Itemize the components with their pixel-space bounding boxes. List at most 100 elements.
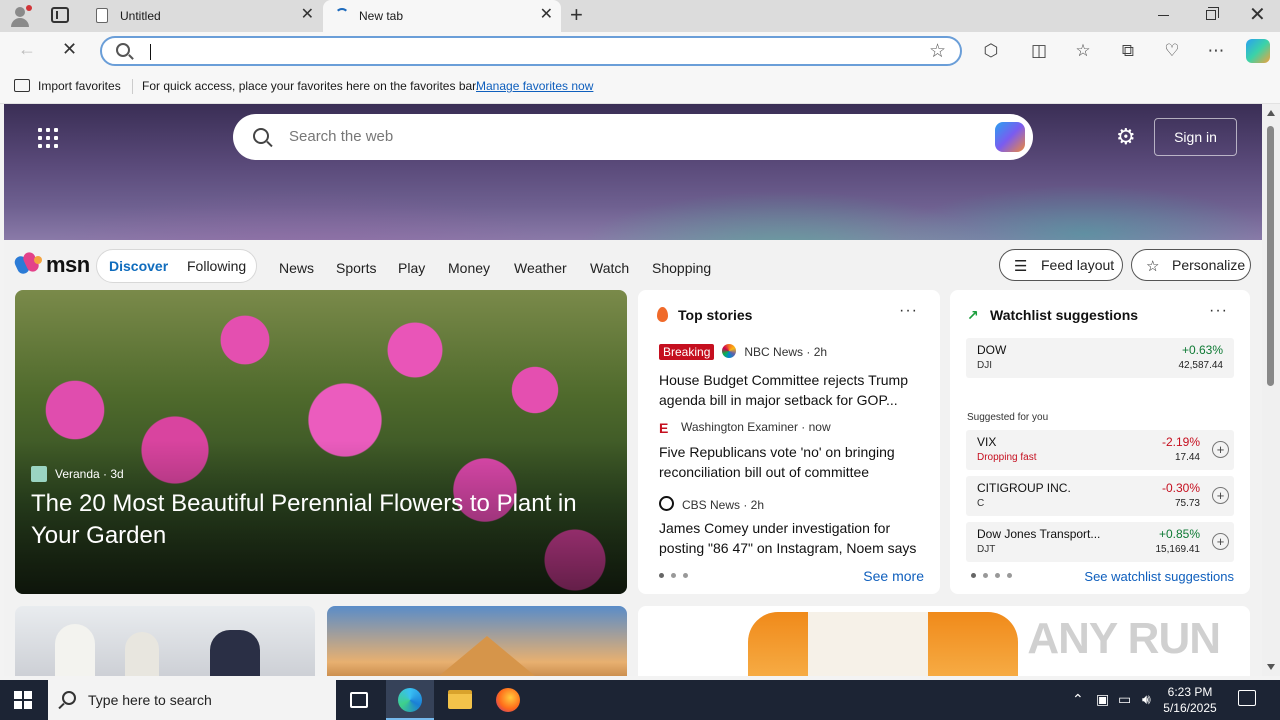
file-explorer-icon[interactable] xyxy=(448,690,472,709)
taskbar-edge[interactable] xyxy=(386,680,434,720)
quote-row[interactable]: Dow Jones Transport... DJT +0.85% 15,169… xyxy=(966,522,1234,562)
news-card-image[interactable]: ANY RUN xyxy=(638,606,1250,676)
quote-row[interactable]: CITIGROUP INC. C -0.30% 75.73 + xyxy=(966,476,1234,516)
task-view-icon[interactable] xyxy=(350,692,368,708)
taskbar-search-box[interactable]: Type here to search xyxy=(48,680,336,720)
tab-new-tab[interactable]: New tab ✕ xyxy=(323,0,561,32)
address-bar[interactable]: ☆ xyxy=(100,36,962,66)
news-card-image[interactable] xyxy=(15,606,315,676)
browser-toolbar: ← ✕ ☆ ⬡ ◫ ☆ ⧉ ♡ ⋯ xyxy=(0,32,1280,70)
msn-page: Search the web ⚙ Sign in msn Discover Fo… xyxy=(4,104,1262,676)
see-more-link[interactable]: See more xyxy=(863,568,924,584)
split-screen-icon[interactable]: ◫ xyxy=(1029,41,1049,61)
search-placeholder: Search the web xyxy=(289,128,394,145)
story-headline[interactable]: James Comey under investigation for post… xyxy=(659,518,925,558)
quote-row[interactable]: DOW DJI +0.63% 42,587.44 xyxy=(966,338,1234,378)
article-headline[interactable]: The 20 Most Beautiful Perennial Flowers … xyxy=(31,488,611,552)
story-item[interactable]: E Washington Examiner · now Five Republic… xyxy=(659,420,925,482)
window-close-icon[interactable]: ✕ xyxy=(1249,4,1266,26)
favorite-star-icon[interactable]: ☆ xyxy=(929,40,946,63)
nav-news[interactable]: News xyxy=(279,260,314,276)
feature-article-card[interactable]: Veranda · 3d The 20 Most Beautiful Peren… xyxy=(15,290,627,594)
quote-change: +0.85% xyxy=(1158,527,1200,541)
story-source: Washington Examiner · now xyxy=(681,420,831,434)
system-clock[interactable]: 6:23 PM 5/16/2025 xyxy=(1160,684,1220,716)
more-options-icon[interactable]: ··· xyxy=(1209,302,1228,320)
nav-play[interactable]: Play xyxy=(398,260,425,276)
scroll-up-arrow-icon[interactable] xyxy=(1267,110,1275,116)
notifications-icon[interactable] xyxy=(1238,690,1256,706)
quote-symbol: C xyxy=(977,498,985,509)
add-to-watchlist-icon[interactable]: + xyxy=(1212,533,1229,550)
quote-symbol: DJT xyxy=(977,544,996,555)
scroll-down-arrow-icon[interactable] xyxy=(1267,664,1275,670)
more-options-icon[interactable]: ⋯ xyxy=(1206,41,1226,61)
watchlist-title: Watchlist suggestions xyxy=(990,307,1139,323)
new-tab-plus-icon[interactable]: + xyxy=(570,3,583,27)
firefox-icon[interactable] xyxy=(496,688,520,712)
quote-name: CITIGROUP INC. xyxy=(977,481,1071,495)
quote-row[interactable]: VIX Dropping fast -2.19% 17.44 + xyxy=(966,430,1234,470)
quote-change: +0.63% xyxy=(1181,343,1223,357)
divider xyxy=(132,79,133,94)
close-tab-icon[interactable]: ✕ xyxy=(540,6,553,24)
browser-essentials-icon[interactable]: ♡ xyxy=(1162,41,1182,61)
web-search-box[interactable]: Search the web xyxy=(233,114,1033,160)
quote-symbol: DJI xyxy=(977,360,992,371)
show-hidden-icons-chevron-icon[interactable]: ⌃ xyxy=(1072,691,1084,708)
msn-brand[interactable]: msn xyxy=(46,252,90,278)
story-headline[interactable]: House Budget Committee rejects Trump age… xyxy=(659,370,925,410)
tab-untitled[interactable]: Untitled ✕ xyxy=(84,0,322,32)
sign-in-button[interactable]: Sign in xyxy=(1154,118,1237,156)
quote-name: VIX xyxy=(977,435,997,449)
nav-sports[interactable]: Sports xyxy=(336,260,376,276)
carousel-dots[interactable] xyxy=(659,566,695,581)
device-icon[interactable]: ▣ xyxy=(1096,691,1109,708)
nav-shopping[interactable]: Shopping xyxy=(652,260,711,276)
settings-gear-icon[interactable]: ⚙ xyxy=(1116,126,1136,148)
story-headline[interactable]: Five Republicans vote 'no' on bringing r… xyxy=(659,442,925,482)
more-options-icon[interactable]: ··· xyxy=(899,302,918,320)
profile-avatar-icon[interactable] xyxy=(8,4,32,28)
windows-start-icon[interactable] xyxy=(14,691,32,709)
search-icon xyxy=(62,691,76,705)
windows-taskbar: Type here to search ⌃ ▣ ▭ 🔊︎ 6:23 PM 5/1… xyxy=(0,680,1280,720)
taskbar-search-placeholder: Type here to search xyxy=(88,692,212,708)
volume-icon[interactable]: 🔊︎ xyxy=(1142,691,1151,708)
add-to-watchlist-icon[interactable]: + xyxy=(1212,487,1229,504)
nav-watch[interactable]: Watch xyxy=(590,260,629,276)
see-watchlist-link[interactable]: See watchlist suggestions xyxy=(1084,569,1234,584)
scrollbar-thumb[interactable] xyxy=(1267,126,1274,386)
personalize-button[interactable]: ☆ Personalize xyxy=(1131,249,1251,281)
favorites-icon[interactable]: ☆ xyxy=(1073,41,1093,61)
tab-following[interactable]: Following xyxy=(187,258,246,274)
favorites-bar: Import favorites For quick access, place… xyxy=(0,70,1280,104)
breaking-badge: Breaking xyxy=(659,344,715,360)
restore-icon[interactable] xyxy=(1206,7,1219,20)
manage-favorites-link[interactable]: Manage favorites now xyxy=(476,79,593,93)
news-card-image[interactable] xyxy=(327,606,627,676)
stop-loading-icon[interactable]: ✕ xyxy=(62,39,77,59)
copilot-icon[interactable] xyxy=(1246,39,1270,63)
back-arrow-icon[interactable]: ← xyxy=(18,39,36,59)
quote-change: -2.19% xyxy=(1161,435,1200,449)
msn-logo-icon[interactable] xyxy=(12,250,44,276)
extensions-icon[interactable]: ⬡ xyxy=(981,41,1001,61)
nav-weather[interactable]: Weather xyxy=(514,260,567,276)
import-favorites-button[interactable]: Import favorites xyxy=(38,79,121,93)
close-tab-icon[interactable]: ✕ xyxy=(301,6,314,24)
page-scrollbar[interactable] xyxy=(1262,104,1280,676)
collections-icon[interactable]: ⧉ xyxy=(1118,41,1138,61)
feed-layout-button[interactable]: ☰ Feed layout xyxy=(999,249,1123,281)
story-item[interactable]: CBS News · 2h James Comey under investig… xyxy=(659,496,925,558)
story-item[interactable]: Breaking NBC News · 2h House Budget Commi… xyxy=(659,344,925,410)
nav-money[interactable]: Money xyxy=(448,260,490,276)
add-to-watchlist-icon[interactable]: + xyxy=(1212,441,1229,458)
copilot-icon[interactable] xyxy=(995,122,1025,152)
network-icon[interactable]: ▭ xyxy=(1118,691,1131,708)
carousel-dots[interactable] xyxy=(971,566,1019,581)
tab-discover[interactable]: Discover xyxy=(109,258,168,274)
minimize-icon[interactable] xyxy=(1158,15,1169,16)
apps-launcher-icon[interactable] xyxy=(38,128,58,148)
tab-actions-icon[interactable] xyxy=(51,7,69,23)
